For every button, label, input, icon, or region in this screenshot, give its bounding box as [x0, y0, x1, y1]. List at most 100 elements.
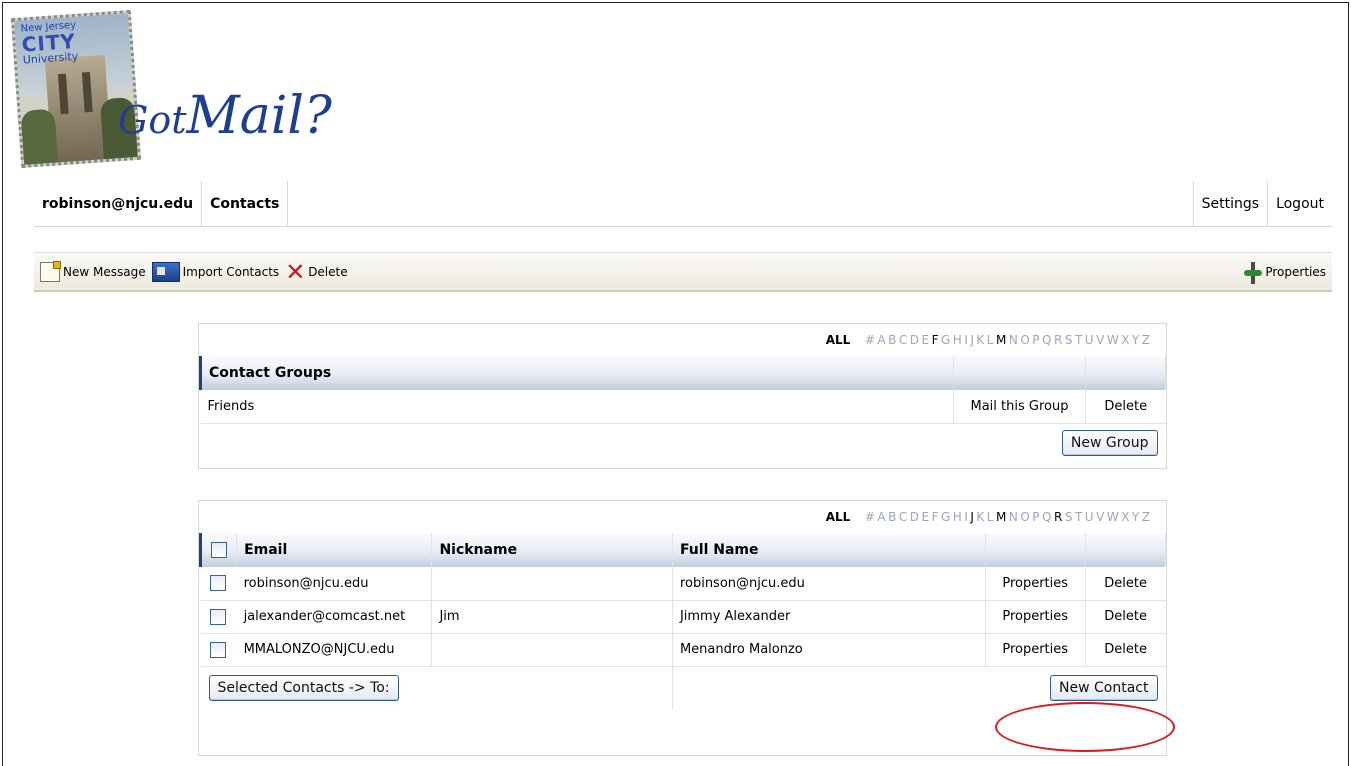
new-message-icon — [40, 260, 61, 282]
alpha-letter-q[interactable]: Q — [1042, 510, 1054, 524]
alpha-letter-links[interactable]: #ABCDEFGHIJKLMNOPQRSTUVWXYZ — [864, 333, 1152, 347]
alphabet-filter: ALL #ABCDEFGHIJKLMNOPQRSTUVWXYZ — [199, 501, 1166, 533]
alpha-letter-b[interactable]: B — [888, 333, 899, 347]
contact-groups-panel: ALL #ABCDEFGHIJKLMNOPQRSTUVWXYZ Contact … — [198, 323, 1167, 469]
alpha-letter-a[interactable]: A — [877, 333, 888, 347]
contact-properties-link[interactable]: Properties — [985, 600, 1086, 634]
contact-email: MMALONZO@NJCU.edu — [236, 633, 433, 667]
alpha-letter-h[interactable]: H — [952, 510, 964, 524]
selected-contacts-to-button[interactable]: Selected Contacts -> To: — [208, 675, 399, 702]
column-header-delete — [1085, 533, 1167, 567]
alpha-letter-j[interactable]: J — [970, 333, 976, 347]
mail-group-link[interactable]: Mail this Group — [953, 390, 1086, 424]
delete-button[interactable]: ✕ Delete — [285, 257, 347, 286]
alpha-letter-x[interactable]: X — [1121, 510, 1132, 524]
alpha-letter-s[interactable]: S — [1064, 333, 1074, 347]
column-header-full-name: Full Name — [672, 533, 986, 567]
import-contacts-button[interactable]: Import Contacts — [151, 261, 279, 282]
alpha-letter-t[interactable]: T — [1074, 510, 1084, 524]
table-row: MMALONZO@NJCU.edu Menandro Malonzo Prope… — [200, 633, 1166, 667]
contact-delete-link[interactable]: Delete — [1085, 567, 1166, 601]
delete-group-link[interactable]: Delete — [1085, 390, 1166, 424]
alpha-letter-d[interactable]: D — [909, 510, 921, 524]
alpha-letter-p[interactable]: P — [1032, 333, 1042, 347]
alpha-letter-e[interactable]: E — [921, 510, 931, 524]
alpha-letter-c[interactable]: C — [898, 333, 909, 347]
column-header-select — [198, 533, 238, 567]
alpha-letter-v[interactable]: V — [1096, 333, 1107, 347]
alpha-letter-n[interactable]: N — [1008, 333, 1019, 347]
delete-x-icon: ✕ — [285, 257, 306, 286]
alpha-letter-i[interactable]: I — [964, 333, 970, 347]
contacts-table: Email Nickname Full Name robinson@njcu.e… — [198, 533, 1167, 710]
alpha-letter-o[interactable]: O — [1020, 510, 1032, 524]
table-row: jalexander@comcast.net Jim Jimmy Alexand… — [200, 600, 1166, 634]
alpha-letter-y[interactable]: Y — [1131, 510, 1141, 524]
contact-email: jalexander@comcast.net — [236, 600, 433, 634]
alpha-letter-u[interactable]: U — [1084, 333, 1095, 347]
column-header-contact-groups: Contact Groups — [199, 356, 954, 390]
alpha-letter-w[interactable]: W — [1106, 510, 1120, 524]
contact-checkbox[interactable] — [209, 575, 226, 592]
table-row: Friends Mail this Group Delete — [200, 390, 1166, 424]
alpha-letter-g[interactable]: G — [940, 333, 952, 347]
contact-nickname — [431, 633, 673, 667]
alpha-letter-v[interactable]: V — [1096, 510, 1107, 524]
alpha-letter-k[interactable]: K — [976, 333, 986, 347]
alpha-letter-w[interactable]: W — [1106, 333, 1120, 347]
alpha-all-link[interactable]: ALL — [826, 510, 851, 524]
column-header-nickname: Nickname — [431, 533, 673, 567]
alpha-letter-m[interactable]: M — [995, 510, 1008, 524]
contact-checkbox[interactable] — [209, 641, 226, 658]
alpha-all-link[interactable]: ALL — [826, 333, 851, 347]
alpha-letter-c[interactable]: C — [898, 510, 909, 524]
alpha-letter-y[interactable]: Y — [1131, 333, 1141, 347]
alpha-letter-j[interactable]: J — [970, 510, 976, 524]
alpha-letter-p[interactable]: P — [1032, 510, 1042, 524]
alpha-letter-m[interactable]: M — [995, 333, 1008, 347]
alpha-letter-e[interactable]: E — [921, 333, 931, 347]
select-all-checkbox[interactable] — [211, 542, 227, 558]
alpha-letter-hash[interactable]: # — [864, 333, 877, 347]
new-contact-button[interactable]: New Contact — [1050, 675, 1158, 702]
contact-delete-link[interactable]: Delete — [1085, 633, 1166, 667]
alpha-letter-r[interactable]: R — [1053, 333, 1064, 347]
alpha-letter-n[interactable]: N — [1008, 510, 1019, 524]
alpha-letter-t[interactable]: T — [1074, 333, 1084, 347]
alpha-letter-s[interactable]: S — [1064, 510, 1074, 524]
alpha-letter-k[interactable]: K — [976, 510, 986, 524]
contact-full-name: Menandro Malonzo — [672, 633, 986, 667]
contact-checkbox[interactable] — [209, 608, 226, 625]
alpha-letter-b[interactable]: B — [888, 510, 899, 524]
column-header-properties — [985, 533, 1086, 567]
alpha-letter-a[interactable]: A — [877, 510, 888, 524]
alpha-letter-o[interactable]: O — [1020, 333, 1032, 347]
contact-nickname: Jim — [431, 600, 673, 634]
alpha-letter-g[interactable]: G — [940, 510, 952, 524]
properties-icon — [1242, 261, 1263, 284]
alpha-letter-i[interactable]: I — [964, 510, 970, 524]
alpha-letter-h[interactable]: H — [952, 333, 964, 347]
new-group-button[interactable]: New Group — [1061, 429, 1158, 456]
alphabet-filter: ALL #ABCDEFGHIJKLMNOPQRSTUVWXYZ — [199, 324, 1166, 356]
alpha-letter-links[interactable]: #ABCDEFGHIJKLMNOPQRSTUVWXYZ — [864, 510, 1152, 524]
top-nav: robinson@njcu.edu Contacts Settings Logo… — [34, 181, 1332, 227]
new-message-button[interactable]: New Message — [40, 260, 146, 282]
alpha-letter-hash[interactable]: # — [864, 510, 877, 524]
contact-properties-link[interactable]: Properties — [985, 567, 1086, 601]
address-book-icon — [151, 261, 180, 282]
alpha-letter-z[interactable]: Z — [1141, 333, 1152, 347]
alpha-letter-d[interactable]: D — [909, 333, 921, 347]
contact-delete-link[interactable]: Delete — [1085, 600, 1166, 634]
nav-contacts[interactable]: Contacts — [202, 181, 289, 226]
alpha-letter-u[interactable]: U — [1084, 510, 1095, 524]
contact-properties-link[interactable]: Properties — [985, 633, 1086, 667]
alpha-letter-x[interactable]: X — [1121, 333, 1132, 347]
alpha-letter-z[interactable]: Z — [1141, 510, 1152, 524]
properties-button[interactable]: Properties — [1242, 261, 1326, 284]
alpha-letter-r[interactable]: R — [1053, 510, 1064, 524]
nav-logout[interactable]: Logout — [1267, 181, 1332, 226]
nav-settings[interactable]: Settings — [1192, 181, 1267, 226]
nav-user-account[interactable]: robinson@njcu.edu — [34, 181, 203, 226]
alpha-letter-q[interactable]: Q — [1042, 333, 1054, 347]
